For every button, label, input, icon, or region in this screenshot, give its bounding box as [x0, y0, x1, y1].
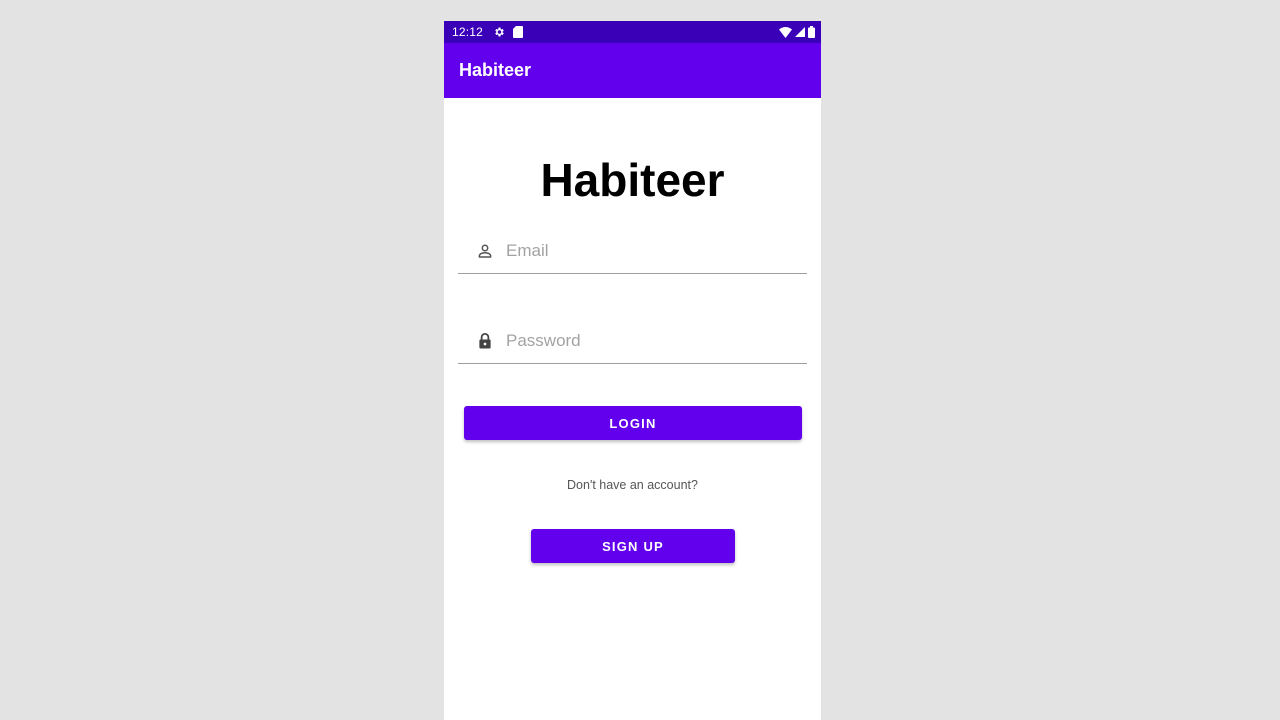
app-bar: Habiteer	[444, 43, 821, 98]
status-time: 12:12	[452, 25, 484, 39]
signup-button[interactable]: SIGN UP	[531, 529, 735, 563]
password-field[interactable]	[458, 319, 807, 364]
lock-icon	[474, 330, 496, 352]
email-field[interactable]	[458, 229, 807, 274]
signal-icon	[795, 27, 805, 37]
login-button[interactable]: LOGIN	[464, 406, 802, 440]
password-input[interactable]	[506, 331, 786, 351]
sd-card-icon	[513, 26, 524, 38]
status-left-icons	[493, 26, 524, 38]
settings-icon	[493, 26, 505, 38]
email-input[interactable]	[506, 241, 786, 261]
wifi-icon	[779, 26, 792, 38]
battery-icon	[808, 26, 815, 38]
status-bar: 12:12	[444, 21, 821, 43]
app-bar-title: Habiteer	[459, 60, 532, 80]
account-prompt: Don't have an account?	[567, 478, 698, 492]
person-icon	[474, 240, 496, 262]
status-right-icons	[779, 26, 815, 38]
phone-screen: 12:12 Habiteer Habiteer Email LOGIN Don'…	[444, 21, 821, 720]
page-title: Habiteer	[540, 154, 725, 206]
